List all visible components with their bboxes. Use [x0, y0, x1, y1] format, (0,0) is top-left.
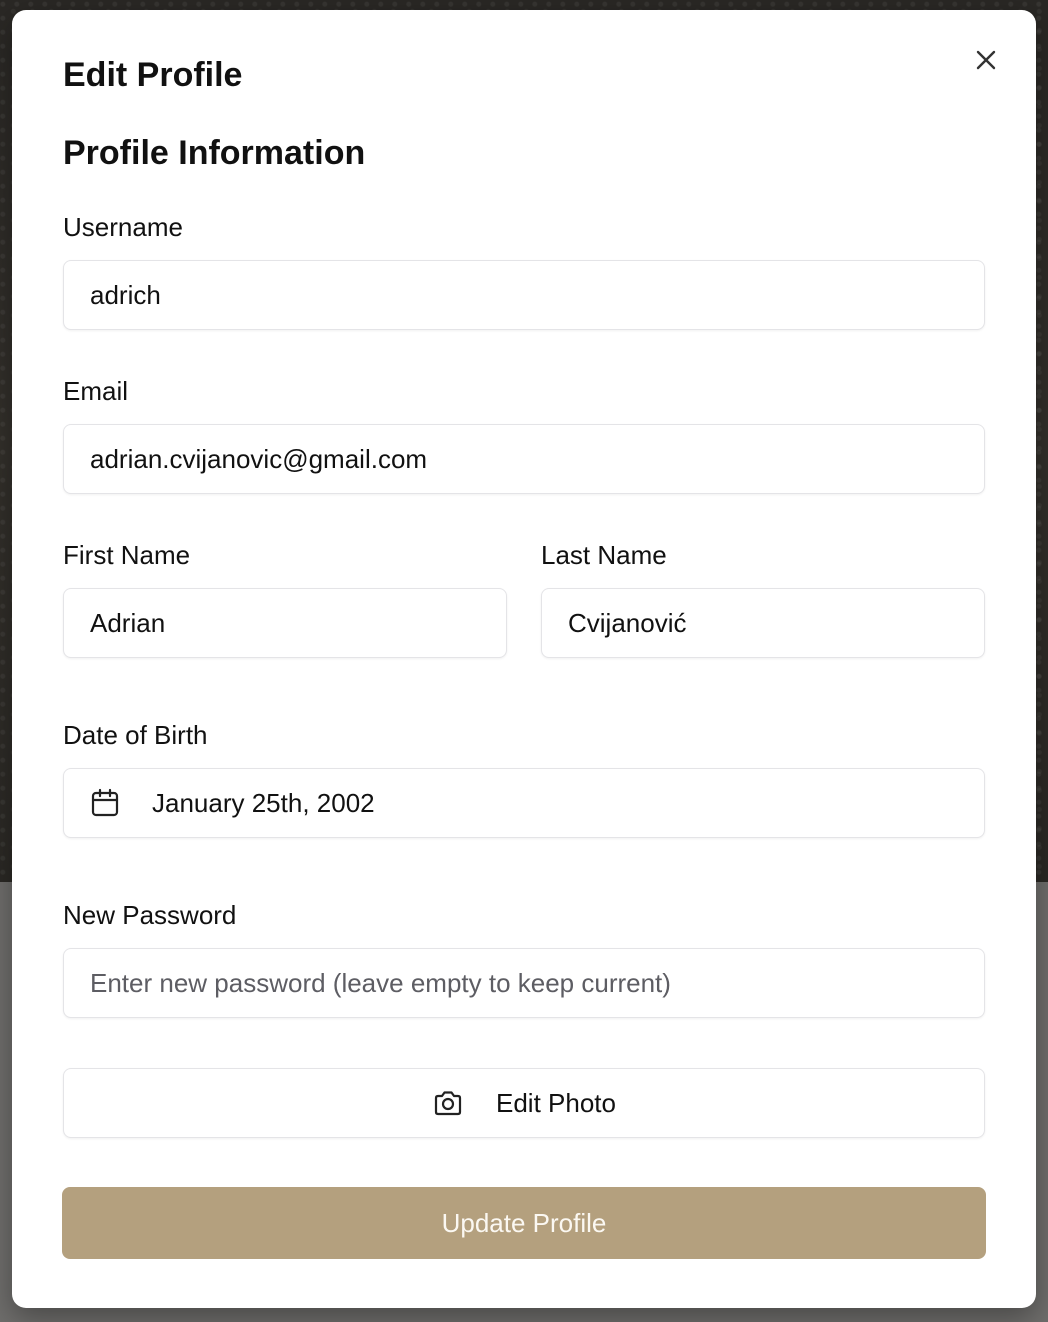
- new-password-label: New Password: [63, 900, 237, 930]
- email-label: Email: [63, 376, 129, 406]
- date-of-birth-picker[interactable]: January 25th, 2002: [63, 768, 985, 838]
- username-label: Username: [63, 212, 183, 242]
- username-field-wrapper: [63, 260, 985, 330]
- last-name-input[interactable]: [568, 607, 958, 639]
- close-button[interactable]: [970, 44, 1002, 76]
- new-password-field-wrapper: [63, 948, 985, 1018]
- last-name-field-wrapper: [541, 588, 985, 658]
- email-input[interactable]: [90, 443, 958, 475]
- new-password-input[interactable]: [90, 967, 958, 999]
- email-field-wrapper: [63, 424, 985, 494]
- edit-profile-dialog: Edit Profile Profile Information Usernam…: [12, 10, 1036, 1308]
- close-icon: [976, 50, 996, 70]
- camera-icon: [434, 1091, 462, 1116]
- date-of-birth-label: Date of Birth: [63, 720, 208, 750]
- edit-photo-label: Edit Photo: [496, 1087, 616, 1118]
- date-of-birth-value: January 25th, 2002: [152, 787, 375, 818]
- update-profile-button[interactable]: Update Profile: [62, 1187, 986, 1259]
- first-name-label: First Name: [63, 540, 191, 570]
- last-name-label: Last Name: [541, 540, 667, 570]
- calendar-icon: [91, 788, 119, 817]
- edit-photo-button[interactable]: Edit Photo: [63, 1068, 985, 1138]
- section-title: Profile Information: [63, 134, 366, 172]
- dialog-title: Edit Profile: [63, 56, 243, 94]
- first-name-field-wrapper: [63, 588, 507, 658]
- first-name-input[interactable]: [90, 607, 480, 639]
- username-input[interactable]: [90, 279, 958, 311]
